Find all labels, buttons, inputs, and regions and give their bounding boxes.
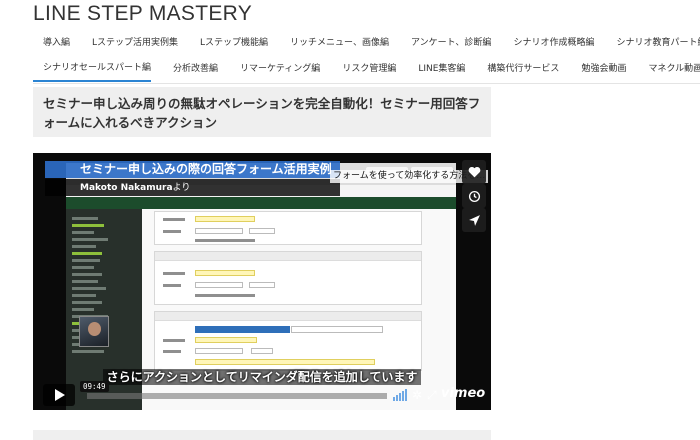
nav-item-features[interactable]: Lステップ機能編 — [190, 30, 268, 56]
author-name[interactable]: Makoto Nakamura — [80, 183, 173, 193]
author-avatar — [79, 316, 109, 347]
video-title[interactable]: セミナー申し込みの際の回答フォーム活用実例 — [80, 160, 332, 178]
nav-item-survey[interactable]: アンケート、診断編 — [401, 30, 491, 56]
send-icon — [468, 214, 480, 226]
form-field — [251, 348, 273, 354]
form-select — [195, 337, 257, 343]
form-label — [163, 272, 185, 275]
form-label — [163, 339, 185, 342]
nav-item-remarketing[interactable]: リマーケティング編 — [230, 56, 320, 82]
author-suffix: より — [172, 183, 191, 193]
video-form-box — [154, 211, 422, 245]
nav-item-scenario-education[interactable]: シナリオ教育パート編 — [606, 30, 700, 56]
site-title[interactable]: LINE STEP MASTERY — [33, 2, 252, 26]
form-field — [249, 228, 275, 234]
form-label — [163, 218, 185, 221]
video-form-box — [154, 251, 422, 305]
form-toggle-on — [195, 326, 290, 333]
form-label — [163, 284, 181, 287]
form-label — [163, 350, 181, 353]
form-note — [195, 359, 375, 365]
side-line — [72, 294, 96, 297]
nav-item-scenario-sales[interactable]: シナリオセールスパート編 — [33, 56, 152, 82]
side-line — [72, 245, 96, 248]
video-timestamp: 09:49 — [80, 381, 109, 392]
side-line — [72, 217, 98, 220]
side-line — [72, 252, 102, 255]
form-field — [195, 348, 243, 354]
side-line — [72, 308, 94, 311]
form-box-header — [155, 312, 421, 321]
side-line — [72, 224, 104, 227]
volume-bar — [402, 391, 404, 401]
side-line — [72, 301, 102, 304]
play-icon — [55, 389, 65, 401]
like-button[interactable] — [462, 160, 486, 184]
form-hint — [195, 294, 255, 297]
nav-item-intro[interactable]: 導入編 — [33, 30, 70, 56]
form-select — [195, 270, 255, 276]
nav-row-1: 導入編 Lステップ活用実例集 Lステップ機能編 リッチメニュー、画像編 アンケー… — [33, 30, 700, 56]
next-post-card — [33, 430, 491, 440]
share-button[interactable] — [462, 208, 486, 232]
form-field — [249, 282, 275, 288]
nav-item-examples[interactable]: Lステップ活用実例集 — [82, 30, 178, 56]
nav-item-rich-menu[interactable]: リッチメニュー、画像編 — [280, 30, 389, 56]
vimeo-logo[interactable]: vimeo — [441, 386, 485, 401]
clock-icon — [468, 190, 480, 202]
volume-bar — [393, 397, 395, 401]
settings-icon[interactable]: ✲ — [412, 388, 422, 402]
form-select — [195, 216, 255, 222]
nav-item-analysis[interactable]: 分析改善編 — [163, 56, 218, 82]
fullscreen-icon[interactable]: ⤢ — [427, 388, 437, 402]
form-box-header — [155, 252, 421, 261]
nav-item-line-acquisition[interactable]: LINE集客編 — [408, 56, 465, 82]
nav-row-2: シナリオセールスパート編 分析改善編 リマーケティング編 リスク管理編 LINE… — [33, 55, 700, 84]
side-line — [72, 287, 106, 290]
volume-bar — [399, 393, 401, 401]
form-label — [163, 230, 181, 233]
nav-item-scenario-overview[interactable]: シナリオ作成概略編 — [503, 30, 594, 56]
side-line — [72, 350, 104, 353]
video-progress-bar[interactable] — [87, 393, 387, 399]
play-button[interactable] — [43, 384, 75, 406]
side-line — [72, 231, 94, 234]
post-title: セミナー申し込み周りの無駄オペレーションを完全自動化！セミナー用回答フォームに入… — [43, 96, 481, 130]
heart-icon — [468, 166, 480, 178]
video-author[interactable]: Makoto Nakamuraより — [80, 180, 190, 196]
post-title-card: セミナー申し込み周りの無駄オペレーションを完全自動化！セミナー用回答フォームに入… — [33, 87, 491, 137]
nav-item-risk[interactable]: リスク管理編 — [332, 56, 396, 82]
video-form-box — [154, 311, 422, 371]
side-line — [72, 266, 94, 269]
side-line — [72, 280, 98, 283]
video-controls: 09:49 ✲ ⤢ vimeo — [33, 380, 491, 410]
side-line — [72, 259, 100, 262]
volume-bar — [405, 389, 407, 401]
nav-item-study-videos[interactable]: 勉強会動画 — [571, 56, 626, 82]
volume-icon[interactable] — [393, 389, 407, 401]
form-field — [195, 228, 243, 234]
nav-item-build-service[interactable]: 構築代行サービス — [477, 56, 559, 82]
volume-bar — [396, 395, 398, 401]
form-hint — [195, 239, 255, 242]
watch-later-button[interactable] — [462, 184, 486, 208]
side-line — [72, 238, 108, 241]
side-line — [72, 273, 102, 276]
form-toggle-off — [291, 326, 383, 333]
nav-item-manekuru-videos[interactable]: マネクル動画 — [638, 56, 700, 82]
form-field — [195, 282, 243, 288]
video-app-header — [66, 197, 456, 209]
